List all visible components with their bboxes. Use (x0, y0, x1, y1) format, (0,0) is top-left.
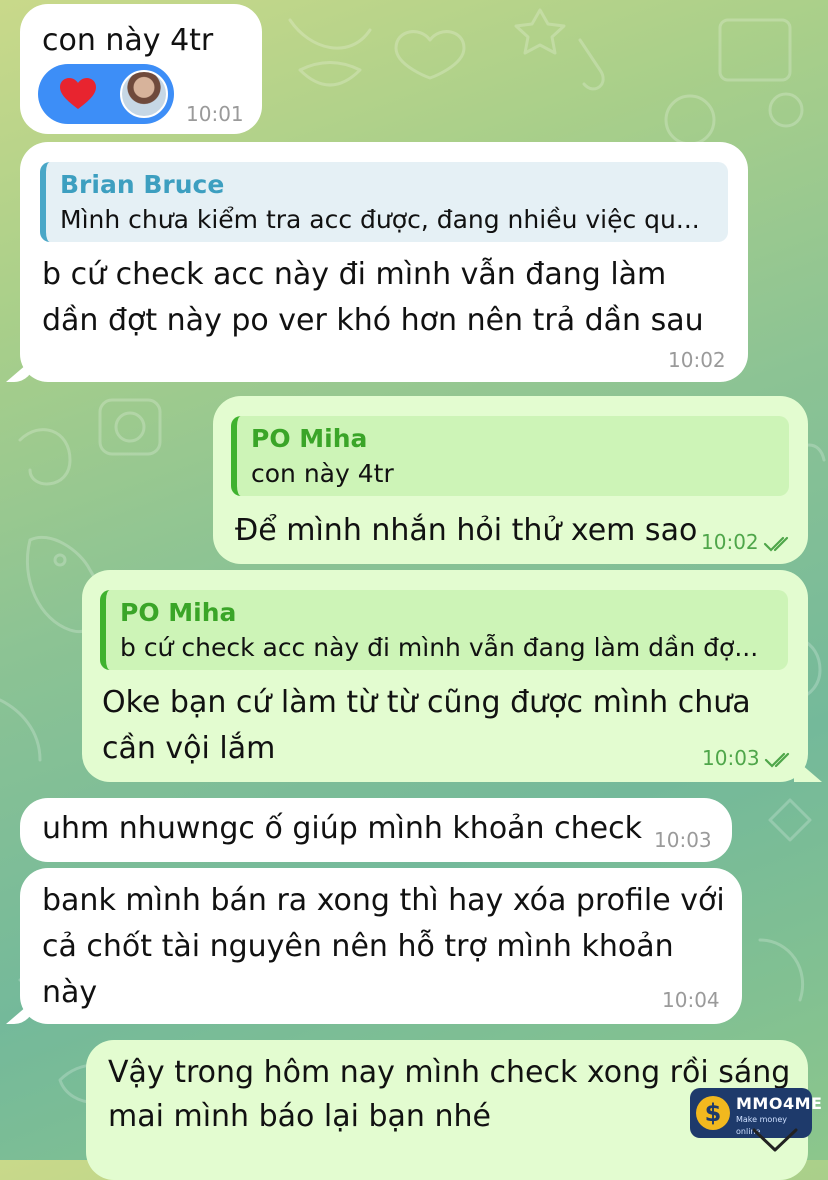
message-text-line: này (42, 975, 98, 1010)
reply-quoted-text: con này 4tr (251, 459, 394, 488)
message-text-line: Vậy trong hôm nay mình check xong rồi sá… (108, 1055, 791, 1090)
reply-quote[interactable]: PO Miha con này 4tr (231, 416, 789, 496)
heart-icon (60, 78, 96, 109)
message-time-value: 10:03 (702, 746, 760, 770)
reply-quote[interactable]: PO Miha b cứ check acc này đi mình vẫn đ… (100, 590, 788, 670)
message-time: 10:03 (654, 828, 712, 852)
reply-quote[interactable]: Brian Bruce Mình chưa kiểm tra acc được,… (40, 162, 728, 242)
message-text: con này 4tr (42, 23, 214, 58)
message-text-line: Oke bạn cứ làm từ từ cũng được mình chưa (102, 685, 751, 720)
reactor-avatar (120, 70, 168, 118)
reply-sender-name: Brian Bruce (60, 170, 225, 199)
message-text: Để mình nhắn hỏi thử xem sao (235, 513, 698, 548)
message-time: 10:01 (186, 102, 244, 126)
reply-quoted-text: b cứ check acc này đi mình vẫn đang làm … (120, 633, 759, 662)
watermark-title: MMO4ME (736, 1094, 823, 1113)
reply-sender-name: PO Miha (120, 598, 237, 627)
message-bubble-incoming[interactable]: uhm nhuwngc ố giúp mình khoản check 10:0… (20, 798, 732, 862)
message-bubble-outgoing[interactable]: PO Miha con này 4tr Để mình nhắn hỏi thử… (213, 396, 808, 564)
message-time: 10:03 (702, 746, 794, 770)
message-bubble-incoming[interactable]: con này 4tr 10:01 (20, 4, 262, 134)
message-time-value: 10:02 (701, 530, 759, 554)
message-text-line: dần đợt này po ver khó hơn nên trả dần s… (42, 303, 704, 338)
read-checkmarks-icon (763, 536, 788, 552)
reply-quoted-text: Mình chưa kiểm tra acc được, đang nhiều … (60, 205, 700, 234)
read-checkmarks-icon (764, 752, 789, 768)
message-text-line: bank mình bán ra xong thì hay xóa profil… (42, 883, 725, 918)
message-time: 10:02 (701, 530, 793, 554)
reply-sender-name: PO Miha (251, 424, 368, 453)
reaction-chip[interactable] (38, 64, 174, 124)
message-bubble-incoming[interactable]: bank mình bán ra xong thì hay xóa profil… (20, 868, 742, 1024)
dollar-logo-icon: $ (696, 1096, 730, 1130)
message-text: uhm nhuwngc ố giúp mình khoản check (42, 811, 642, 846)
message-bubble-outgoing[interactable]: PO Miha b cứ check acc này đi mình vẫn đ… (82, 570, 808, 782)
message-text-line: cần vội lắm (102, 731, 276, 766)
message-bubble-incoming[interactable]: Brian Bruce Mình chưa kiểm tra acc được,… (20, 142, 748, 382)
message-time: 10:02 (668, 348, 726, 372)
message-text-line: cả chốt tài nguyên nên hỗ trợ mình khoản (42, 929, 674, 964)
scroll-down-chevron-icon[interactable] (748, 1120, 802, 1160)
message-text-line: b cứ check acc này đi mình vẫn đang làm (42, 257, 667, 292)
message-text-line: mai mình báo lại bạn nhé (108, 1099, 491, 1134)
message-time: 10:04 (662, 988, 720, 1012)
